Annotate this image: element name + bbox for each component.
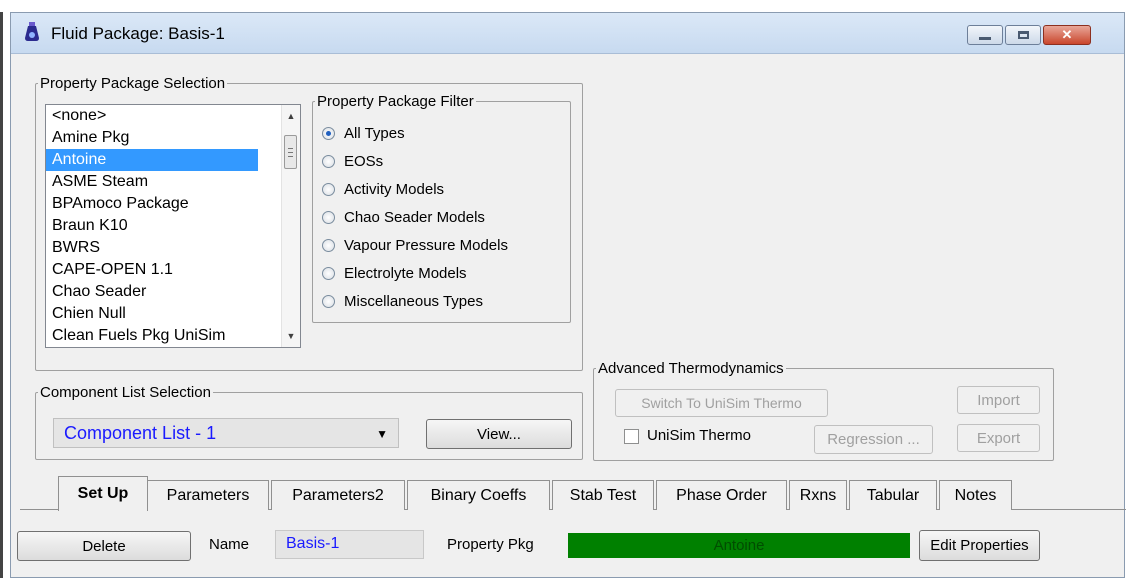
list-item[interactable]: BPAmoco Package	[46, 193, 258, 215]
radio-icon	[322, 154, 335, 168]
tab-notes[interactable]: Notes	[939, 480, 1012, 510]
view-button[interactable]: View...	[426, 419, 572, 449]
tab-stab-test[interactable]: Stab Test	[552, 480, 654, 510]
filter-option-label: Miscellaneous Types	[344, 292, 483, 310]
tab-rxns[interactable]: Rxns	[789, 480, 847, 510]
component-list-dropdown[interactable]: Component List - 1 ▼	[53, 418, 399, 448]
delete-button[interactable]: Delete	[17, 531, 191, 561]
property-pkg-label: Property Pkg	[447, 536, 534, 553]
filter-option-label: Activity Models	[344, 180, 445, 198]
list-item[interactable]: ASME Steam	[46, 171, 258, 193]
filter-option-eoss[interactable]: EOSs	[322, 151, 383, 171]
minimize-button[interactable]	[967, 25, 1003, 45]
switch-to-unisim-thermo-button[interactable]: Switch To UniSim Thermo	[615, 389, 828, 417]
filter-option-activity-models[interactable]: Activity Models	[322, 179, 444, 199]
edit-properties-button[interactable]: Edit Properties	[919, 530, 1040, 561]
tab-binary-coeffs[interactable]: Binary Coeffs	[407, 480, 550, 510]
scroll-up-icon[interactable]: ▲	[282, 107, 300, 125]
radio-icon	[322, 266, 335, 280]
name-label: Name	[209, 536, 250, 553]
filter-option-label: Chao Seader Models	[344, 208, 485, 226]
close-button[interactable]: ✕	[1043, 25, 1091, 45]
property-package-list[interactable]: <none> Amine Pkg Antoine ASME Steam BPAm…	[45, 104, 301, 348]
scroll-down-icon[interactable]: ▼	[282, 327, 300, 345]
flask-icon	[25, 22, 39, 41]
filter-option-miscellaneous-types[interactable]: Miscellaneous Types	[322, 291, 483, 311]
filter-option-label: Vapour Pressure Models	[344, 236, 508, 254]
list-item[interactable]: Amine Pkg	[46, 127, 258, 149]
property-package-filter-legend: Property Package Filter	[317, 93, 474, 110]
tab-parameters[interactable]: Parameters	[147, 480, 269, 510]
filter-option-label: EOSs	[344, 152, 384, 170]
regression-button[interactable]: Regression ...	[814, 425, 933, 454]
filter-option-vapour-pressure-models[interactable]: Vapour Pressure Models	[322, 235, 508, 255]
property-pkg-value: Antoine	[568, 533, 910, 558]
tab-phase-order[interactable]: Phase Order	[656, 480, 787, 510]
component-list-selection-legend: Component List Selection	[40, 384, 211, 401]
radio-icon	[322, 182, 335, 196]
list-item[interactable]: <none>	[46, 105, 258, 127]
radio-icon	[322, 294, 335, 308]
filter-option-chao-seader-models[interactable]: Chao Seader Models	[322, 207, 485, 227]
chevron-down-icon[interactable]: ▼	[376, 427, 388, 441]
minimize-icon	[979, 36, 991, 40]
list-item[interactable]: CAPE-OPEN 1.1	[46, 259, 258, 281]
list-item[interactable]: Chien Null	[46, 303, 258, 325]
list-scrollbar[interactable]: ▲ ▼	[281, 105, 300, 347]
filter-option-all-types[interactable]: All Types	[322, 123, 405, 143]
close-icon: ✕	[1061, 27, 1073, 42]
title-bar: Fluid Package: Basis-1 ✕	[11, 13, 1124, 54]
tab-parameters2[interactable]: Parameters2	[271, 480, 405, 510]
background-window-edge	[0, 12, 3, 578]
list-item[interactable]: Braun K10	[46, 215, 258, 237]
maximize-icon	[1017, 31, 1029, 39]
export-button[interactable]: Export	[957, 424, 1040, 452]
scroll-thumb[interactable]	[284, 135, 297, 169]
radio-icon	[322, 210, 335, 224]
list-item[interactable]: Clean Fuels Pkg UniSim	[46, 325, 258, 347]
tab-set-up[interactable]: Set Up	[58, 476, 148, 511]
radio-selected-icon	[322, 126, 335, 140]
list-item[interactable]: BWRS	[46, 237, 258, 259]
list-item[interactable]: Chao Seader	[46, 281, 258, 303]
radio-icon	[322, 238, 335, 252]
list-item-selected[interactable]: Antoine	[46, 149, 258, 171]
maximize-button[interactable]	[1005, 25, 1041, 45]
filter-option-label: Electrolyte Models	[344, 264, 467, 282]
filter-option-electrolyte-models[interactable]: Electrolyte Models	[322, 263, 467, 283]
window-title: Fluid Package: Basis-1	[51, 24, 225, 43]
import-button[interactable]: Import	[957, 386, 1040, 414]
advanced-thermodynamics-legend: Advanced Thermodynamics	[598, 360, 784, 377]
property-package-selection-legend: Property Package Selection	[40, 75, 226, 92]
name-field[interactable]: Basis-1	[275, 530, 424, 559]
filter-option-label: All Types	[344, 124, 405, 142]
component-list-value: Component List - 1	[64, 423, 217, 443]
tab-tabular[interactable]: Tabular	[849, 480, 937, 510]
unisim-thermo-label: UniSim Thermo	[647, 427, 751, 444]
unisim-thermo-checkbox[interactable]	[624, 429, 639, 444]
tab-strip: Set Up Parameters Parameters2 Binary Coe…	[20, 476, 1126, 512]
